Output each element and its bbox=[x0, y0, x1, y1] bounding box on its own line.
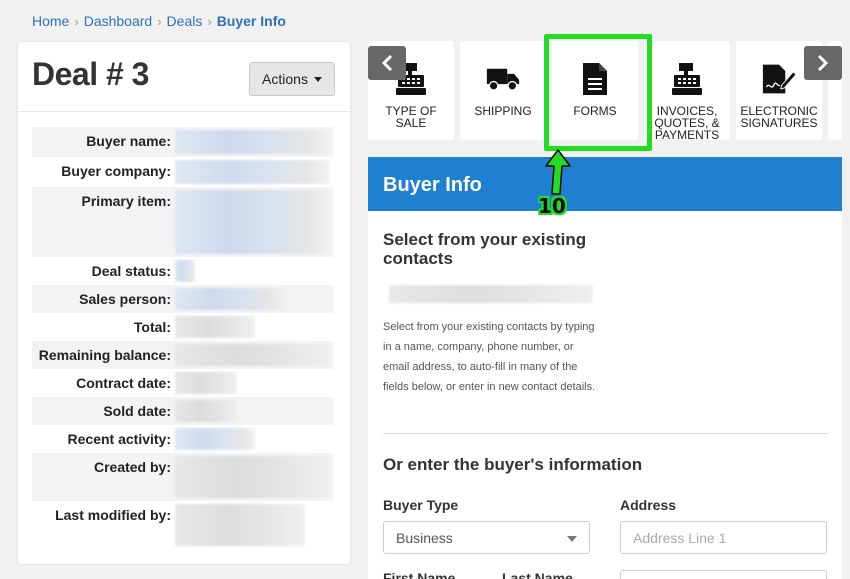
last-name-label: Last Name bbox=[502, 570, 573, 579]
address-label: Address bbox=[620, 497, 677, 513]
info-value-redacted bbox=[173, 341, 333, 369]
info-label: Sold date: bbox=[103, 403, 171, 419]
scroll-tabs-left-button[interactable] bbox=[368, 46, 406, 80]
info-value-redacted bbox=[173, 501, 333, 549]
breadcrumb-separator: › bbox=[74, 13, 79, 29]
info-label: Total: bbox=[133, 319, 171, 335]
buyer-type-label: Buyer Type bbox=[383, 497, 459, 513]
actions-label: Actions bbox=[262, 71, 308, 87]
info-label: Buyer name: bbox=[86, 133, 171, 149]
info-value-redacted bbox=[173, 397, 333, 425]
actions-dropdown-button[interactable]: Actions bbox=[249, 62, 335, 96]
chevron-right-icon bbox=[817, 54, 829, 72]
tab-label: ELECTRONIC SIGNATURES bbox=[740, 104, 818, 130]
buyer-info-panel: Buyer Info Select from your existing con… bbox=[368, 157, 842, 579]
breadcrumb-home[interactable]: Home bbox=[32, 13, 69, 29]
info-row-created-by: Created by: bbox=[32, 453, 333, 501]
info-label: Sales person: bbox=[79, 291, 171, 307]
info-value-redacted bbox=[173, 425, 333, 453]
tab-label: SHIPPING bbox=[474, 104, 532, 118]
info-row-deal-status: Deal status: bbox=[32, 257, 333, 285]
info-value-redacted bbox=[173, 257, 333, 285]
info-label: Recent activity: bbox=[67, 431, 171, 447]
existing-contacts-help: Select from your existing contacts by ty… bbox=[383, 321, 596, 393]
info-value-redacted bbox=[173, 157, 333, 187]
info-label: Primary item: bbox=[81, 193, 171, 209]
info-value-redacted bbox=[173, 453, 333, 501]
buyer-type-select[interactable]: Business bbox=[383, 521, 590, 554]
deal-title: Deal # 3 bbox=[32, 56, 149, 92]
info-value-redacted bbox=[173, 127, 333, 157]
breadcrumb-deals[interactable]: Deals bbox=[167, 13, 203, 29]
deal-summary-panel: Deal # 3 Actions Buyer name: Buyer compa… bbox=[18, 42, 350, 564]
caret-down-icon bbox=[567, 536, 577, 542]
signature-icon bbox=[762, 61, 796, 97]
first-name-label: First Name bbox=[383, 570, 456, 579]
info-label: Last modified by: bbox=[55, 507, 171, 523]
breadcrumb-dashboard[interactable]: Dashboard bbox=[84, 13, 153, 29]
info-row-buyer-company: Buyer company: bbox=[32, 157, 333, 187]
info-row-primary-item: Primary item: bbox=[32, 187, 333, 257]
info-value-redacted bbox=[173, 285, 333, 313]
section-tabs: TYPE OF SALE SHIPPING FORMS INVOICES, QU… bbox=[368, 41, 842, 142]
contact-search-input[interactable] bbox=[383, 279, 593, 309]
info-row-sold-date: Sold date: bbox=[32, 397, 333, 425]
breadcrumb: Home › Dashboard › Deals › Buyer Info bbox=[32, 13, 286, 29]
tab-invoices-quotes-payments[interactable]: INVOICES, QUOTES, & PAYMENTS bbox=[644, 41, 730, 142]
document-icon bbox=[578, 61, 612, 97]
info-row-recent-activity: Recent activity: bbox=[32, 425, 333, 453]
panel-header: Buyer Info bbox=[368, 157, 842, 211]
breadcrumb-separator: › bbox=[207, 13, 212, 29]
cash-register-icon bbox=[670, 61, 704, 97]
info-label: Created by: bbox=[93, 459, 171, 475]
step-number-badge: 10 bbox=[538, 194, 566, 218]
info-label: Contract date: bbox=[76, 375, 171, 391]
scroll-tabs-right-button[interactable] bbox=[804, 46, 842, 80]
tab-label: TYPE OF SALE bbox=[385, 104, 437, 130]
info-row-contract-date: Contract date: bbox=[32, 369, 333, 397]
chevron-left-icon bbox=[381, 54, 393, 72]
enter-buyer-title: Or enter the buyer's information bbox=[383, 455, 643, 474]
tab-label: INVOICES, QUOTES, & PAYMENTS bbox=[654, 104, 720, 142]
info-row-buyer-name: Buyer name: bbox=[32, 127, 333, 157]
info-label: Deal status: bbox=[91, 263, 171, 279]
info-value-redacted bbox=[173, 313, 333, 341]
buyer-type-value: Business bbox=[396, 530, 453, 546]
panel-divider bbox=[18, 111, 350, 112]
breadcrumb-separator: › bbox=[157, 13, 162, 29]
truck-icon bbox=[486, 61, 520, 97]
info-value-redacted bbox=[173, 187, 333, 257]
address-line-2-input[interactable] bbox=[620, 570, 827, 579]
info-label: Buyer company: bbox=[61, 163, 171, 179]
annotation-arrow-icon bbox=[545, 149, 571, 195]
info-row-total: Total: bbox=[32, 313, 333, 341]
info-row-last-modified-by: Last modified by: bbox=[32, 501, 333, 549]
info-row-sales-person: Sales person: bbox=[32, 285, 333, 313]
caret-down-icon bbox=[313, 76, 322, 82]
breadcrumb-current: Buyer Info bbox=[216, 13, 286, 29]
info-row-remaining-balance: Remaining balance: bbox=[32, 341, 333, 369]
address-line-1-input[interactable] bbox=[620, 521, 827, 554]
deal-info-table: Buyer name: Buyer company: Primary item:… bbox=[32, 127, 333, 549]
section-divider bbox=[383, 433, 828, 434]
info-label: Remaining balance: bbox=[38, 347, 171, 363]
tab-label: FORMS bbox=[573, 104, 617, 118]
info-value-redacted bbox=[173, 369, 333, 397]
tab-shipping[interactable]: SHIPPING bbox=[460, 41, 546, 140]
existing-contacts-title: Select from your existing contacts bbox=[383, 230, 587, 268]
tab-forms[interactable]: FORMS bbox=[552, 41, 638, 140]
